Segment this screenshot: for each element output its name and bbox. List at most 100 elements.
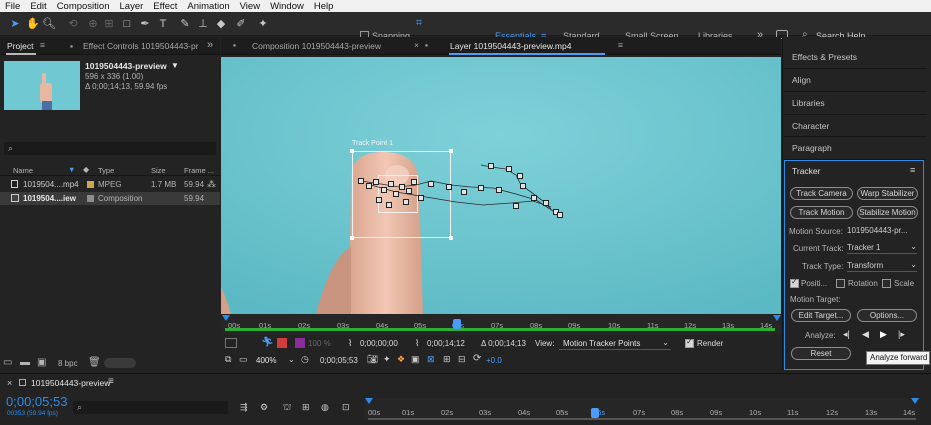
monitor-icon[interactable]: ▭ [239, 354, 248, 365]
track-keyframe[interactable] [386, 202, 392, 208]
track-keyframe[interactable] [520, 183, 526, 189]
tab-project[interactable]: Project [7, 41, 33, 51]
show-snapshot-icon[interactable]: ✦ [383, 354, 391, 365]
track-keyframe[interactable] [411, 179, 417, 185]
out-point-marker[interactable] [773, 315, 781, 321]
motion-blur-icon[interactable]: ◍ [321, 402, 329, 413]
timeline-timecode[interactable]: 0;00;05;53 [6, 394, 67, 409]
track-motion-button[interactable]: Track Motion [790, 206, 853, 219]
tab-effect-controls[interactable]: Effect Controls 1019504443-pr [83, 41, 199, 51]
timeline-comp-name[interactable]: 1019504443-preview [31, 378, 110, 388]
tab-menu-icon[interactable]: ≡ [618, 40, 623, 50]
track-keyframe[interactable] [418, 195, 424, 201]
label-purple[interactable] [295, 338, 305, 348]
grid-icon[interactable]: ⊞ [443, 354, 451, 365]
track-keyframe[interactable] [478, 185, 484, 191]
label-red[interactable] [277, 338, 287, 348]
track-keyframe[interactable] [513, 203, 519, 209]
exposure-value[interactable]: +0.0 [486, 356, 502, 365]
draft-3d-icon[interactable]: ⚙ [260, 402, 268, 413]
selected-dropdown-icon[interactable]: ▼ [171, 61, 179, 70]
analyze-backward-one-icon[interactable]: ◂| [843, 329, 850, 340]
menu-help[interactable]: Help [309, 1, 339, 12]
brush-tool-icon[interactable]: ✎ [178, 17, 192, 31]
roto-brush-icon[interactable]: ✐ [234, 17, 248, 31]
transparency-grid-icon[interactable]: ⊠ [427, 354, 435, 365]
track-keyframe[interactable] [531, 195, 537, 201]
analyze-forward-one-icon[interactable]: |▸ [898, 329, 905, 340]
view-select[interactable]: Motion Tracker Points ⌄ [559, 337, 671, 350]
run-icon[interactable]: 🏃︎ [261, 337, 274, 348]
section-libraries[interactable]: Libraries [792, 98, 825, 108]
clock-icon[interactable]: ◷ [301, 354, 309, 365]
menu-effect[interactable]: Effect [148, 1, 182, 12]
more-panels-icon[interactable]: » [207, 39, 213, 51]
tab-layer[interactable]: Layer 1019504443-preview.mp4 [450, 41, 571, 51]
track-keyframe[interactable] [358, 178, 364, 184]
rectangle-tool-icon[interactable]: □ [120, 17, 134, 31]
current-time[interactable]: 0;00;05;53 [320, 356, 358, 365]
timecode-end[interactable]: 0;00;14;12 [427, 339, 465, 348]
menu-layer[interactable]: Layer [115, 1, 149, 12]
composition-lock-icon[interactable]: ▪ [233, 40, 236, 50]
shy-layers-icon[interactable]: ⛫ [283, 402, 291, 414]
work-area-bar[interactable] [368, 418, 916, 420]
track-keyframe[interactable] [381, 187, 387, 193]
track-keyframe[interactable] [399, 184, 405, 190]
viewer-time-ruler[interactable]: 00s 01s 02s 03s 04s 05s 06s 07s 08s 09s … [221, 315, 781, 335]
track-keyframe[interactable] [366, 183, 372, 189]
snapshot-icon[interactable]: 📷︎ [367, 354, 378, 365]
motion-source-select[interactable]: 1019504443-pr... [847, 224, 917, 237]
edit-target-button[interactable]: Edit Target... [791, 309, 851, 322]
new-folder-icon[interactable]: ▬ [20, 357, 30, 368]
track-keyframe[interactable] [517, 173, 523, 179]
region-of-interest-icon[interactable]: ▣ [411, 354, 420, 365]
pen-tool-icon[interactable]: ✒ [138, 17, 152, 31]
timecode-start[interactable]: 0;00;00;00 [360, 339, 398, 348]
track-keyframe[interactable] [376, 197, 382, 203]
menu-animation[interactable]: Animation [182, 1, 234, 12]
clone-stamp-icon[interactable]: ⊥ [196, 17, 210, 31]
track-keyframe[interactable] [403, 199, 409, 205]
sort-icon[interactable]: ▼ [68, 165, 75, 174]
opacity-value[interactable]: 100 % [308, 339, 331, 348]
track-camera-icon[interactable]: ⊕ [86, 17, 100, 31]
current-track-select[interactable]: Tracker 1 ⌄ [847, 241, 917, 254]
table-row[interactable]: 1019504....iew Composition 59.94 [0, 192, 220, 205]
col-name[interactable]: Name [13, 166, 33, 175]
section-paragraph[interactable]: Paragraph [792, 143, 832, 153]
layer-toggle-icon[interactable] [225, 338, 237, 348]
interpret-footage-icon[interactable]: ▭ [3, 357, 12, 368]
track-keyframe[interactable] [373, 179, 379, 185]
warp-stabilizer-button[interactable]: Warp Stabilizer [857, 187, 918, 200]
track-keyframe[interactable] [393, 191, 399, 197]
analyze-forward-icon[interactable]: ▶ [880, 329, 887, 340]
close-icon[interactable]: × [7, 378, 12, 388]
set-out-point-icon[interactable]: ⌇ [415, 338, 419, 349]
track-keyframe[interactable] [446, 184, 452, 190]
bpc-label[interactable]: 8 bpc [58, 359, 78, 368]
col-frame-rate[interactable]: Frame ... [184, 166, 214, 175]
options-button[interactable]: Options... [857, 309, 917, 322]
tracker-menu-icon[interactable]: ≡ [910, 165, 915, 175]
channel-icon[interactable]: ❖ [397, 354, 405, 365]
exposure-reset-icon[interactable]: ⟳ [473, 353, 481, 364]
track-keyframe[interactable] [543, 200, 549, 206]
rotation-checkbox[interactable] [836, 279, 845, 288]
reset-button[interactable]: Reset [791, 347, 851, 360]
table-row[interactable]: 1019504....mp4 MPEG 1.7 MB 59.94 ⁂ [0, 178, 220, 191]
new-composition-icon[interactable]: ▣ [37, 357, 46, 368]
chevron-down-icon[interactable]: ⌄ [288, 355, 295, 364]
frame-blending-icon[interactable]: ⊞ [302, 402, 310, 413]
set-in-point-icon[interactable]: ⌇ [348, 338, 352, 349]
trash-icon[interactable]: 🗑︎ [88, 357, 101, 368]
timeline-search-input[interactable]: ⌕ [73, 401, 228, 414]
orbit-camera-icon[interactable]: ⟲ [66, 17, 80, 31]
selection-tool-icon[interactable]: ➤ [8, 17, 22, 31]
menu-window[interactable]: Window [265, 1, 309, 12]
mask-visibility-icon[interactable]: ⊟ [458, 354, 466, 365]
section-effects-presets[interactable]: Effects & Presets [792, 52, 857, 62]
snap-icon[interactable]: ⌗ [412, 16, 426, 30]
track-keyframe[interactable] [388, 181, 394, 187]
project-scrollbar[interactable] [104, 358, 136, 368]
